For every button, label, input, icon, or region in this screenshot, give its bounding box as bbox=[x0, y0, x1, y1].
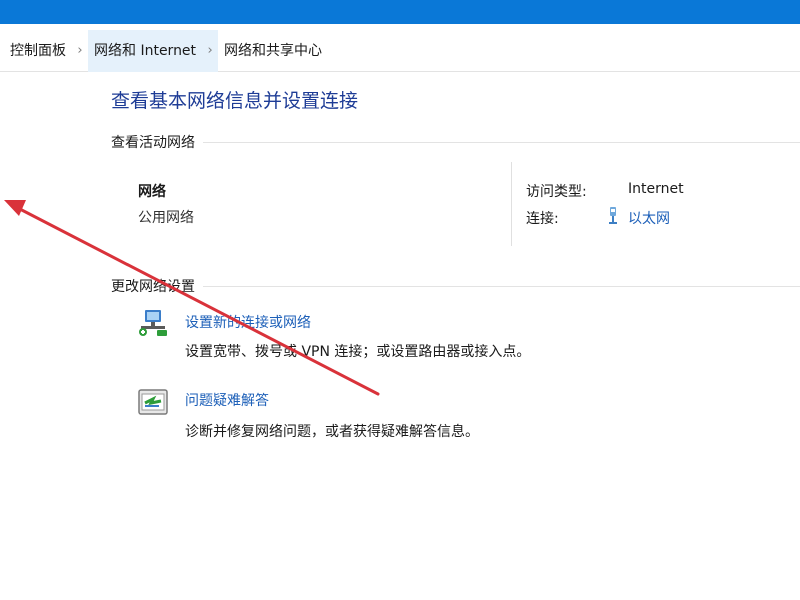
troubleshoot-problems-link[interactable]: 问题疑难解答 bbox=[185, 390, 269, 410]
setup-new-connection-description: 设置宽带、拨号或 VPN 连接；或设置路由器或接入点。 bbox=[185, 344, 531, 360]
access-type-label: 访问类型: bbox=[526, 184, 587, 200]
network-name: 网络 bbox=[138, 184, 166, 200]
active-networks-header: 查看活动网络 bbox=[111, 132, 800, 152]
active-networks-heading: 查看活动网络 bbox=[111, 135, 195, 151]
window-title-bar bbox=[0, 0, 800, 24]
change-settings-header: 更改网络设置 bbox=[111, 276, 800, 296]
breadcrumb-control-panel[interactable]: 控制面板 bbox=[0, 30, 72, 72]
connections-label: 连接: bbox=[526, 211, 559, 227]
troubleshoot-problems-description: 诊断并修复网络问题，或者获得疑难解答信息。 bbox=[185, 424, 479, 440]
breadcrumb-separator-icon[interactable]: › bbox=[202, 29, 219, 72]
network-setup-icon[interactable] bbox=[137, 308, 169, 338]
network-type: 公用网络 bbox=[138, 210, 194, 226]
breadcrumb[interactable]: 控制面板 › 网络和 Internet › 网络和共享中心 bbox=[0, 29, 800, 72]
section-divider bbox=[203, 141, 800, 143]
ethernet-icon[interactable] bbox=[606, 207, 620, 225]
ethernet-link[interactable]: 以太网 bbox=[628, 208, 670, 228]
breadcrumb-network-sharing-center[interactable]: 网络和共享中心 bbox=[218, 30, 328, 72]
access-type-value: Internet bbox=[628, 181, 684, 197]
vertical-divider bbox=[511, 162, 512, 246]
setup-new-connection-link[interactable]: 设置新的连接或网络 bbox=[185, 312, 311, 332]
troubleshoot-icon[interactable] bbox=[137, 388, 169, 418]
breadcrumb-separator-icon[interactable]: › bbox=[72, 30, 88, 72]
change-settings-heading: 更改网络设置 bbox=[111, 279, 195, 295]
section-divider bbox=[203, 285, 800, 287]
page-title: 查看基本网络信息并设置连接 bbox=[111, 90, 359, 112]
breadcrumb-network-internet[interactable]: 网络和 Internet bbox=[88, 29, 203, 72]
